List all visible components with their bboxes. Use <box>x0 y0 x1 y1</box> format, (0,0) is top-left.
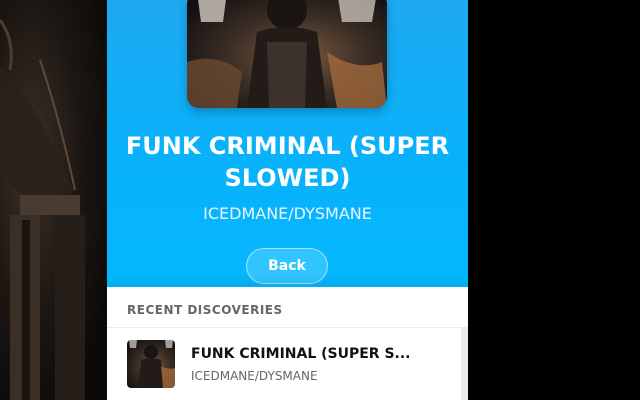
track-title: FUNK CRIMINAL (SUPER SLOWED) <box>125 132 450 192</box>
recent-discoveries-section: RECENT DISCOVERIES FUNK CRIMINAL (SUPER … <box>107 287 468 400</box>
player-panel: FUNK CRIMINAL (SUPER SLOWED) ICEDMANE/DY… <box>107 0 468 400</box>
album-thumbnail-art <box>129 340 175 388</box>
list-item-artist: ICEDMANE/DYSMANE <box>191 369 318 383</box>
album-cover-art <box>187 0 387 108</box>
background-artwork <box>0 0 107 400</box>
background-artwork-shapes <box>0 19 85 400</box>
list-item-title: FUNK CRIMINAL (SUPER S... <box>191 346 411 362</box>
recent-discoveries-heading: RECENT DISCOVERIES <box>127 303 283 317</box>
right-margin <box>468 0 640 400</box>
scrollbar[interactable] <box>461 327 468 400</box>
back-button[interactable]: Back <box>246 248 328 284</box>
album-thumbnail-image <box>127 340 175 388</box>
album-cover-image <box>187 0 387 108</box>
track-artist: ICEDMANE/DYSMANE <box>203 204 372 223</box>
list-item[interactable]: FUNK CRIMINAL (SUPER S... ICEDMANE/DYSMA… <box>107 328 461 400</box>
now-playing-hero: FUNK CRIMINAL (SUPER SLOWED) ICEDMANE/DY… <box>107 0 468 287</box>
